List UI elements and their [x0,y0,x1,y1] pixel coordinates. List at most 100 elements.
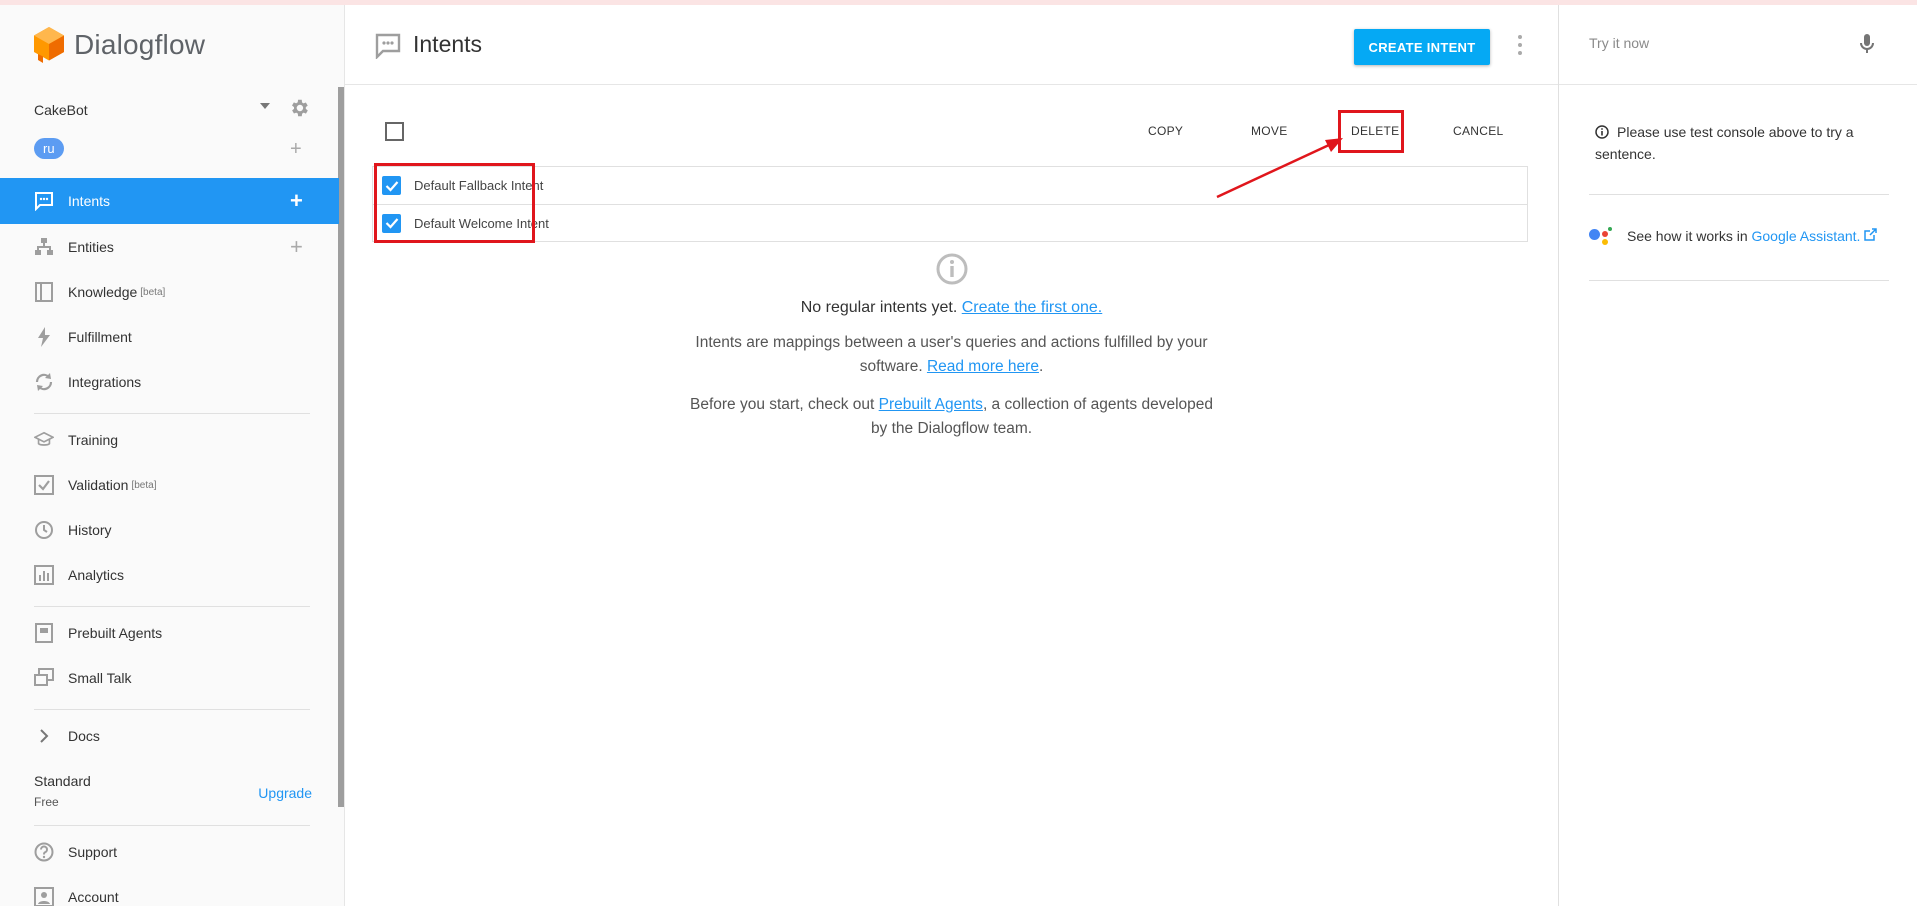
sidebar-item-small-talk[interactable]: Small Talk [0,658,339,698]
sidebar-item-prebuilt-agents[interactable]: Prebuilt Agents [0,613,339,653]
sidebar-item-label: Intents [68,193,111,209]
sidebar-item-analytics[interactable]: Analytics [0,555,339,595]
upgrade-link[interactable]: Upgrade [258,785,312,801]
sidebar-item-support[interactable]: Support [0,832,339,872]
prebuilt-agents-link[interactable]: Prebuilt Agents [879,396,983,413]
delete-highlight-box [1338,110,1404,153]
table-row[interactable]: Default Fallback Intent [373,167,1527,204]
bar-chart-icon [34,565,54,585]
intent-list: Default Fallback Intent Default Welcome … [372,166,1528,242]
language-badge[interactable]: ru [34,138,64,159]
empty-state-description: Intents are mappings between a user's qu… [682,331,1222,379]
create-first-intent-link[interactable]: Create the first one. [962,299,1103,316]
question-icon [34,842,54,862]
console-info: Please use test console above to try a s… [1589,122,1891,164]
description-text: . [1038,358,1044,375]
intents-highlight-box [374,163,535,243]
sidebar-item-intents[interactable]: Intents + [0,178,339,224]
read-more-link[interactable]: Read more here [927,358,1039,375]
chat-bubble-icon [375,33,401,64]
console-divider [1589,280,1889,281]
annotation-arrow-icon [1216,138,1343,199]
cancel-button[interactable]: CANCEL [1453,124,1503,138]
sidebar-item-validation[interactable]: Validation [beta] [0,465,339,505]
sidebar-item-label: Fulfillment [68,329,132,345]
sidebar-item-label: Integrations [68,374,142,390]
more-options-icon[interactable] [1517,35,1523,55]
prebuilt-agents-description: Before you start, check out Prebuilt Age… [682,393,1222,441]
chat-bubble-icon [34,191,54,211]
empty-state-title: No regular intents yet. Create the first… [345,299,1558,317]
google-assistant-link[interactable]: Google Assistant. [1752,228,1861,244]
page-title: Intents [413,31,483,57]
sidebar-item-entities[interactable]: Entities + [0,227,339,267]
google-assistant-icon [1589,225,1613,247]
main-content: Intents CREATE INTENT COPY MOVE DELETE C… [345,5,1558,906]
agent-book-icon [34,623,54,643]
console-info-text: Please use test console above to try a s… [1595,124,1854,162]
book-icon [34,282,54,302]
sidebar-item-history[interactable]: History [0,510,339,550]
table-row[interactable]: Default Welcome Intent [373,204,1527,241]
hierarchy-icon [34,237,54,257]
try-it-input[interactable] [1589,35,1839,51]
chevron-right-icon [34,726,54,746]
sidebar-item-account[interactable]: Account [0,877,339,906]
google-assistant-row: See how it works in Google Assistant. [1589,225,1899,247]
plan-info: Standard Free Upgrade [34,773,312,809]
select-all-checkbox[interactable] [385,122,404,141]
sidebar-item-docs[interactable]: Docs [0,716,339,756]
info-circle-icon [1595,124,1609,144]
empty-state: No regular intents yet. Create the first… [345,253,1558,441]
test-console: Please use test console above to try a s… [1558,5,1917,906]
sidebar-item-label: Validation [68,477,129,493]
add-intent-icon[interactable]: + [290,190,303,212]
empty-title-text: No regular intents yet. [800,299,958,316]
small-talk-icon [34,668,54,688]
sidebar-item-knowledge[interactable]: Knowledge [beta] [0,272,339,312]
dialogflow-logo-icon [34,27,64,63]
create-intent-button[interactable]: CREATE INTENT [1354,29,1490,65]
sidebar-item-label: Support [68,844,118,860]
agent-name: CakeBot [34,102,88,118]
sidebar-divider [34,709,310,710]
sidebar-item-label: Training [68,432,119,448]
console-divider [1589,194,1889,195]
dialogflow-logo[interactable]: Dialogflow [34,27,205,63]
sidebar-item-label: Analytics [68,567,125,583]
sidebar-item-label: Small Talk [68,670,132,686]
copy-button[interactable]: COPY [1148,124,1183,138]
language-row: ru + [34,138,314,162]
external-link-icon[interactable] [1864,228,1878,244]
clock-icon [34,520,54,540]
sidebar-item-training[interactable]: Training [0,420,339,460]
beta-badge: [beta] [131,479,157,491]
sidebar-item-fulfillment[interactable]: Fulfillment [0,317,339,357]
sidebar-item-label: Knowledge [68,284,138,300]
caret-down-icon[interactable] [260,103,270,109]
gear-icon[interactable] [288,97,310,124]
sidebar-item-label: Docs [68,728,100,744]
agent-selector[interactable]: CakeBot [34,97,314,123]
sidebar-item-label: Entities [68,239,114,255]
add-language-icon[interactable]: + [290,139,302,159]
try-it-row [1559,5,1917,85]
beta-badge: [beta] [140,286,166,298]
description-text: Before you start, check out [689,396,875,413]
graduation-cap-icon [34,430,54,450]
app-name: Dialogflow [74,29,206,60]
check-square-icon [34,475,54,495]
sidebar-divider [34,413,310,414]
sidebar-item-integrations[interactable]: Integrations [0,362,339,402]
sidebar-divider [34,825,310,826]
sidebar-item-label: History [68,522,112,538]
sidebar-item-label: Account [68,889,119,905]
sidebar-item-label: Prebuilt Agents [68,625,163,641]
bolt-icon [34,327,54,347]
google-assistant-text: See how it works in [1627,228,1748,244]
account-icon [34,887,54,906]
page-header: Intents CREATE INTENT [345,5,1558,85]
add-entity-icon[interactable]: + [290,236,303,258]
microphone-icon[interactable] [1859,33,1875,60]
sidebar: Dialogflow CakeBot ru + Intents + Entiti… [0,5,345,906]
